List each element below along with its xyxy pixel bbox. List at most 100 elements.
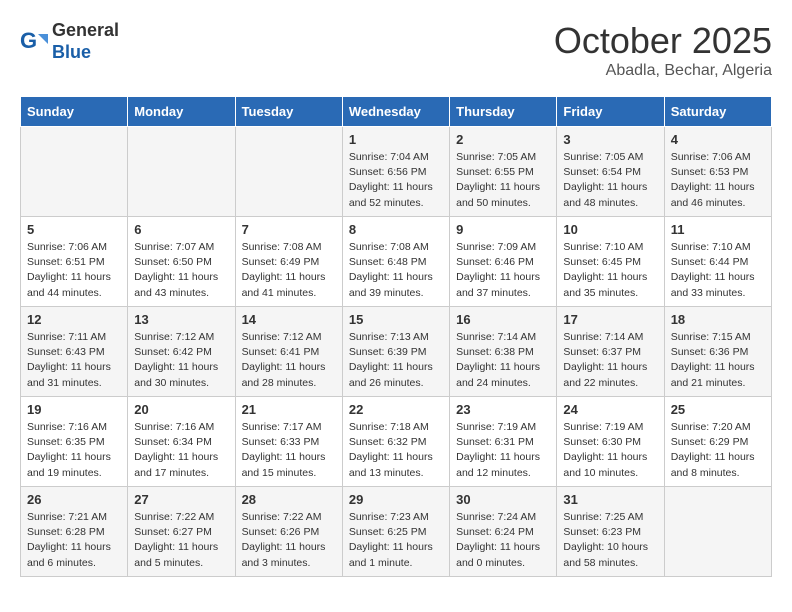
calendar-cell: 5 Sunrise: 7:06 AM Sunset: 6:51 PM Daylig… <box>21 217 128 307</box>
svg-text:G: G <box>20 28 37 53</box>
calendar-cell: 8 Sunrise: 7:08 AM Sunset: 6:48 PM Daylig… <box>342 217 449 307</box>
day-number: 7 <box>242 222 336 237</box>
day-number: 2 <box>456 132 550 147</box>
day-info: Sunrise: 7:13 AM Sunset: 6:39 PM Dayligh… <box>349 330 443 391</box>
page-header: G General Blue October 2025 Abadla, Bech… <box>20 20 772 80</box>
calendar-cell: 26 Sunrise: 7:21 AM Sunset: 6:28 PM Dayli… <box>21 487 128 577</box>
calendar-week-3: 12 Sunrise: 7:11 AM Sunset: 6:43 PM Dayli… <box>21 307 772 397</box>
day-number: 23 <box>456 402 550 417</box>
day-info: Sunrise: 7:06 AM Sunset: 6:51 PM Dayligh… <box>27 240 121 301</box>
weekday-header-saturday: Saturday <box>664 97 771 127</box>
day-info: Sunrise: 7:16 AM Sunset: 6:35 PM Dayligh… <box>27 420 121 481</box>
day-number: 31 <box>563 492 657 507</box>
day-info: Sunrise: 7:08 AM Sunset: 6:48 PM Dayligh… <box>349 240 443 301</box>
day-number: 13 <box>134 312 228 327</box>
day-info: Sunrise: 7:19 AM Sunset: 6:31 PM Dayligh… <box>456 420 550 481</box>
calendar-cell: 21Sunrise: 7:17 AM Sunset: 6:33 PM Dayli… <box>235 397 342 487</box>
day-info: Sunrise: 7:10 AM Sunset: 6:44 PM Dayligh… <box>671 240 765 301</box>
calendar-cell: 10 Sunrise: 7:10 AM Sunset: 6:45 PM Dayli… <box>557 217 664 307</box>
calendar-table: SundayMondayTuesdayWednesdayThursdayFrid… <box>20 96 772 577</box>
calendar-cell: 31Sunrise: 7:25 AM Sunset: 6:23 PM Dayli… <box>557 487 664 577</box>
day-info: Sunrise: 7:05 AM Sunset: 6:54 PM Dayligh… <box>563 150 657 211</box>
day-number: 6 <box>134 222 228 237</box>
calendar-cell: 1 Sunrise: 7:04 AM Sunset: 6:56 PM Daylig… <box>342 127 449 217</box>
day-number: 21 <box>242 402 336 417</box>
calendar-cell <box>235 127 342 217</box>
calendar-cell: 6 Sunrise: 7:07 AM Sunset: 6:50 PM Daylig… <box>128 217 235 307</box>
day-number: 5 <box>27 222 121 237</box>
weekday-header-row: SundayMondayTuesdayWednesdayThursdayFrid… <box>21 97 772 127</box>
calendar-cell: 24 Sunrise: 7:19 AM Sunset: 6:30 PM Dayli… <box>557 397 664 487</box>
logo-text: General Blue <box>52 20 119 63</box>
calendar-cell: 19 Sunrise: 7:16 AM Sunset: 6:35 PM Dayli… <box>21 397 128 487</box>
day-info: Sunrise: 7:10 AM Sunset: 6:45 PM Dayligh… <box>563 240 657 301</box>
day-info: Sunrise: 7:11 AM Sunset: 6:43 PM Dayligh… <box>27 330 121 391</box>
calendar-cell: 11Sunrise: 7:10 AM Sunset: 6:44 PM Dayli… <box>664 217 771 307</box>
day-number: 1 <box>349 132 443 147</box>
day-number: 20 <box>134 402 228 417</box>
day-info: Sunrise: 7:07 AM Sunset: 6:50 PM Dayligh… <box>134 240 228 301</box>
day-number: 12 <box>27 312 121 327</box>
calendar-cell: 7 Sunrise: 7:08 AM Sunset: 6:49 PM Daylig… <box>235 217 342 307</box>
day-number: 19 <box>27 402 121 417</box>
calendar-cell <box>128 127 235 217</box>
calendar-cell: 13 Sunrise: 7:12 AM Sunset: 6:42 PM Dayli… <box>128 307 235 397</box>
weekday-header-friday: Friday <box>557 97 664 127</box>
day-number: 22 <box>349 402 443 417</box>
calendar-cell: 17 Sunrise: 7:14 AM Sunset: 6:37 PM Dayli… <box>557 307 664 397</box>
day-number: 14 <box>242 312 336 327</box>
calendar-week-2: 5 Sunrise: 7:06 AM Sunset: 6:51 PM Daylig… <box>21 217 772 307</box>
day-info: Sunrise: 7:14 AM Sunset: 6:37 PM Dayligh… <box>563 330 657 391</box>
day-number: 24 <box>563 402 657 417</box>
calendar-cell: 14Sunrise: 7:12 AM Sunset: 6:41 PM Dayli… <box>235 307 342 397</box>
calendar-cell: 30Sunrise: 7:24 AM Sunset: 6:24 PM Dayli… <box>450 487 557 577</box>
logo-icon: G <box>20 28 48 56</box>
month-title: October 2025 <box>554 20 772 62</box>
calendar-week-1: 1 Sunrise: 7:04 AM Sunset: 6:56 PM Daylig… <box>21 127 772 217</box>
location-subtitle: Abadla, Bechar, Algeria <box>554 62 772 80</box>
day-number: 9 <box>456 222 550 237</box>
weekday-header-tuesday: Tuesday <box>235 97 342 127</box>
day-info: Sunrise: 7:16 AM Sunset: 6:34 PM Dayligh… <box>134 420 228 481</box>
day-info: Sunrise: 7:24 AM Sunset: 6:24 PM Dayligh… <box>456 510 550 571</box>
day-info: Sunrise: 7:05 AM Sunset: 6:55 PM Dayligh… <box>456 150 550 211</box>
calendar-week-4: 19 Sunrise: 7:16 AM Sunset: 6:35 PM Dayli… <box>21 397 772 487</box>
day-number: 16 <box>456 312 550 327</box>
calendar-cell: 23 Sunrise: 7:19 AM Sunset: 6:31 PM Dayli… <box>450 397 557 487</box>
weekday-header-wednesday: Wednesday <box>342 97 449 127</box>
calendar-cell: 16 Sunrise: 7:14 AM Sunset: 6:38 PM Dayli… <box>450 307 557 397</box>
calendar-cell: 12 Sunrise: 7:11 AM Sunset: 6:43 PM Dayli… <box>21 307 128 397</box>
calendar-cell: 2 Sunrise: 7:05 AM Sunset: 6:55 PM Daylig… <box>450 127 557 217</box>
day-info: Sunrise: 7:22 AM Sunset: 6:27 PM Dayligh… <box>134 510 228 571</box>
day-number: 17 <box>563 312 657 327</box>
weekday-header-sunday: Sunday <box>21 97 128 127</box>
calendar-cell: 15 Sunrise: 7:13 AM Sunset: 6:39 PM Dayli… <box>342 307 449 397</box>
calendar-cell: 18Sunrise: 7:15 AM Sunset: 6:36 PM Dayli… <box>664 307 771 397</box>
day-info: Sunrise: 7:20 AM Sunset: 6:29 PM Dayligh… <box>671 420 765 481</box>
day-number: 15 <box>349 312 443 327</box>
day-number: 3 <box>563 132 657 147</box>
calendar-cell <box>664 487 771 577</box>
calendar-cell: 25 Sunrise: 7:20 AM Sunset: 6:29 PM Dayli… <box>664 397 771 487</box>
day-info: Sunrise: 7:04 AM Sunset: 6:56 PM Dayligh… <box>349 150 443 211</box>
calendar-cell: 29Sunrise: 7:23 AM Sunset: 6:25 PM Dayli… <box>342 487 449 577</box>
day-number: 25 <box>671 402 765 417</box>
day-number: 10 <box>563 222 657 237</box>
day-info: Sunrise: 7:21 AM Sunset: 6:28 PM Dayligh… <box>27 510 121 571</box>
day-info: Sunrise: 7:22 AM Sunset: 6:26 PM Dayligh… <box>242 510 336 571</box>
calendar-cell: 20 Sunrise: 7:16 AM Sunset: 6:34 PM Dayli… <box>128 397 235 487</box>
day-number: 18 <box>671 312 765 327</box>
day-info: Sunrise: 7:09 AM Sunset: 6:46 PM Dayligh… <box>456 240 550 301</box>
logo: G General Blue <box>20 20 119 63</box>
calendar-cell: 3 Sunrise: 7:05 AM Sunset: 6:54 PM Daylig… <box>557 127 664 217</box>
calendar-cell: 4Sunrise: 7:06 AM Sunset: 6:53 PM Daylig… <box>664 127 771 217</box>
day-info: Sunrise: 7:18 AM Sunset: 6:32 PM Dayligh… <box>349 420 443 481</box>
day-info: Sunrise: 7:12 AM Sunset: 6:42 PM Dayligh… <box>134 330 228 391</box>
day-number: 8 <box>349 222 443 237</box>
day-info: Sunrise: 7:08 AM Sunset: 6:49 PM Dayligh… <box>242 240 336 301</box>
day-number: 26 <box>27 492 121 507</box>
calendar-cell <box>21 127 128 217</box>
title-block: October 2025 Abadla, Bechar, Algeria <box>554 20 772 80</box>
day-info: Sunrise: 7:19 AM Sunset: 6:30 PM Dayligh… <box>563 420 657 481</box>
day-info: Sunrise: 7:14 AM Sunset: 6:38 PM Dayligh… <box>456 330 550 391</box>
